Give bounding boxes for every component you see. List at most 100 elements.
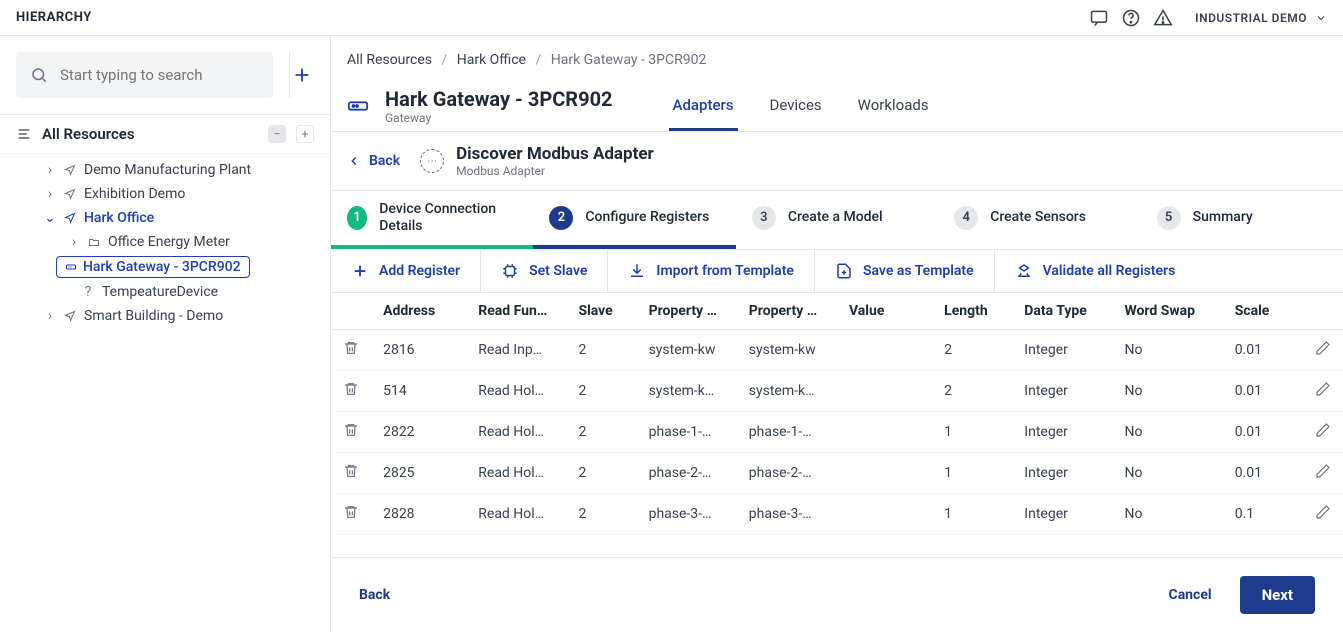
step-create-model[interactable]: 3 Create a Model bbox=[736, 191, 938, 249]
tree-node-office-meter[interactable]: › Office Energy Meter bbox=[16, 230, 330, 254]
edit-row-button[interactable] bbox=[1315, 381, 1331, 397]
cell-prop-key: system-kw bbox=[737, 329, 837, 370]
table-row: 2828Read Hol…2phase-3-…phase-3-…1Integer… bbox=[331, 493, 1343, 534]
save-template-button[interactable]: Save as Template bbox=[815, 250, 995, 292]
edit-row-button[interactable] bbox=[1315, 422, 1331, 438]
col-datatype[interactable]: Data Type bbox=[1012, 293, 1112, 330]
table-row: 2816Read Inp…2system-kwsystem-kw2Integer… bbox=[331, 329, 1343, 370]
tab-workloads[interactable]: Workloads bbox=[854, 80, 933, 131]
tree-node-hark-office[interactable]: ⌄ Hark Office bbox=[16, 206, 330, 230]
col-prop-name[interactable]: Property … bbox=[637, 293, 737, 330]
delete-row-button[interactable] bbox=[343, 463, 359, 479]
step-number: 1 bbox=[347, 206, 367, 230]
cell-prop-name: phase-3-… bbox=[637, 493, 737, 534]
breadcrumb: All Resources / Hark Office / Hark Gatew… bbox=[331, 36, 1343, 76]
cell-datatype: Integer bbox=[1012, 452, 1112, 493]
col-scale[interactable]: Scale bbox=[1223, 293, 1303, 330]
back-label: Back bbox=[369, 153, 400, 169]
cell-prop-key: phase-1-… bbox=[737, 411, 837, 452]
user-menu[interactable]: INDUSTRIAL DEMO bbox=[1195, 11, 1327, 25]
back-link[interactable]: Back bbox=[347, 153, 400, 169]
location-icon bbox=[62, 164, 78, 176]
button-label: Add Register bbox=[379, 263, 460, 279]
chevron-right-icon: › bbox=[44, 186, 56, 202]
delete-row-button[interactable] bbox=[343, 381, 359, 397]
crumb-parent[interactable]: Hark Office bbox=[457, 52, 526, 68]
cell-slave: 2 bbox=[566, 452, 636, 493]
wizard-stepper: 1 Device Connection Details 2 Configure … bbox=[331, 191, 1343, 250]
main-content: All Resources / Hark Office / Hark Gatew… bbox=[331, 36, 1343, 632]
search-input[interactable] bbox=[60, 66, 259, 84]
add-register-button[interactable]: Add Register bbox=[331, 250, 481, 292]
messages-icon[interactable] bbox=[1083, 2, 1115, 34]
col-wordswap[interactable]: Word Swap bbox=[1112, 293, 1222, 330]
page-title: Hark Gateway - 3PCR902 bbox=[385, 87, 613, 111]
tree-node-hark-gateway-selected[interactable]: Hark Gateway - 3PCR902 bbox=[56, 256, 250, 278]
step-device-connection[interactable]: 1 Device Connection Details bbox=[331, 191, 533, 249]
add-resource-button[interactable] bbox=[289, 52, 314, 98]
cell-wordswap: No bbox=[1112, 329, 1222, 370]
location-icon bbox=[62, 310, 78, 322]
adapter-icon: ⋯ bbox=[420, 149, 444, 173]
table-row: 514Read Hol…2system-k…system-k…2IntegerN… bbox=[331, 370, 1343, 411]
help-icon[interactable] bbox=[1115, 2, 1147, 34]
chevron-right-icon: › bbox=[44, 162, 56, 178]
col-address[interactable]: Address bbox=[371, 293, 466, 330]
adapter-subheader: Back ⋯ Discover Modbus Adapter Modbus Ad… bbox=[331, 132, 1343, 191]
delete-row-button[interactable] bbox=[343, 504, 359, 520]
wizard-footer: Back Cancel Next bbox=[331, 557, 1343, 632]
sidebar: All Resources − + › Demo Manufacturing P… bbox=[0, 36, 331, 632]
col-slave[interactable]: Slave bbox=[566, 293, 636, 330]
step-number: 5 bbox=[1157, 206, 1181, 230]
cell-slave: 2 bbox=[566, 370, 636, 411]
tab-adapters[interactable]: Adapters bbox=[669, 80, 738, 131]
registers-table: Address Read Fun… Slave Property … Prope… bbox=[331, 293, 1343, 535]
crumb-root[interactable]: All Resources bbox=[347, 52, 432, 68]
cell-read-fn: Read Hol… bbox=[466, 370, 566, 411]
search-box[interactable] bbox=[16, 52, 273, 98]
footer-cancel-button[interactable]: Cancel bbox=[1169, 587, 1212, 603]
import-template-button[interactable]: Import from Template bbox=[608, 250, 815, 292]
tree-header-title: All Resources bbox=[42, 125, 135, 143]
cell-read-fn: Read Inp… bbox=[466, 329, 566, 370]
footer-next-button[interactable]: Next bbox=[1240, 576, 1315, 614]
cell-wordswap: No bbox=[1112, 370, 1222, 411]
col-read-fn[interactable]: Read Fun… bbox=[466, 293, 566, 330]
set-slave-button[interactable]: Set Slave bbox=[481, 250, 608, 292]
tree-node-exhibition[interactable]: › Exhibition Demo bbox=[16, 182, 330, 206]
cell-prop-name: phase-1-… bbox=[637, 411, 737, 452]
tree-node-smart-building[interactable]: › Smart Building - Demo bbox=[16, 304, 330, 328]
col-value[interactable]: Value bbox=[837, 293, 932, 330]
cell-scale: 0.01 bbox=[1223, 452, 1303, 493]
col-prop-key[interactable]: Property … bbox=[737, 293, 837, 330]
cell-length: 2 bbox=[932, 370, 1012, 411]
delete-row-button[interactable] bbox=[343, 422, 359, 438]
step-create-sensors[interactable]: 4 Create Sensors bbox=[938, 191, 1140, 249]
validate-icon bbox=[1015, 262, 1033, 280]
step-summary[interactable]: 5 Summary bbox=[1141, 191, 1343, 249]
tab-devices[interactable]: Devices bbox=[766, 80, 826, 131]
delete-row-button[interactable] bbox=[343, 340, 359, 356]
chevron-down-icon: ⌄ bbox=[44, 210, 56, 226]
cell-prop-name: system-k… bbox=[637, 370, 737, 411]
list-icon bbox=[16, 126, 32, 142]
col-length[interactable]: Length bbox=[932, 293, 1012, 330]
tree-node-temp-device[interactable]: ? TempeatureDevice bbox=[16, 280, 330, 304]
edit-row-button[interactable] bbox=[1315, 340, 1331, 356]
step-configure-registers[interactable]: 2 Configure Registers bbox=[533, 191, 735, 249]
validate-registers-button[interactable]: Validate all Registers bbox=[995, 250, 1196, 292]
alert-icon[interactable] bbox=[1147, 2, 1179, 34]
tree-node-demo-manufacturing[interactable]: › Demo Manufacturing Plant bbox=[16, 158, 330, 182]
edit-row-button[interactable] bbox=[1315, 463, 1331, 479]
file-add-icon bbox=[835, 262, 853, 280]
gateway-icon bbox=[347, 95, 369, 117]
edit-row-button[interactable] bbox=[1315, 504, 1331, 520]
footer-back-button[interactable]: Back bbox=[359, 587, 390, 603]
step-number: 2 bbox=[549, 206, 573, 230]
expand-all-button[interactable]: + bbox=[296, 125, 314, 143]
cell-wordswap: No bbox=[1112, 411, 1222, 452]
page-subtitle: Gateway bbox=[385, 111, 613, 125]
search-icon bbox=[30, 66, 48, 84]
collapse-all-button[interactable]: − bbox=[268, 125, 286, 143]
cell-slave: 2 bbox=[566, 329, 636, 370]
